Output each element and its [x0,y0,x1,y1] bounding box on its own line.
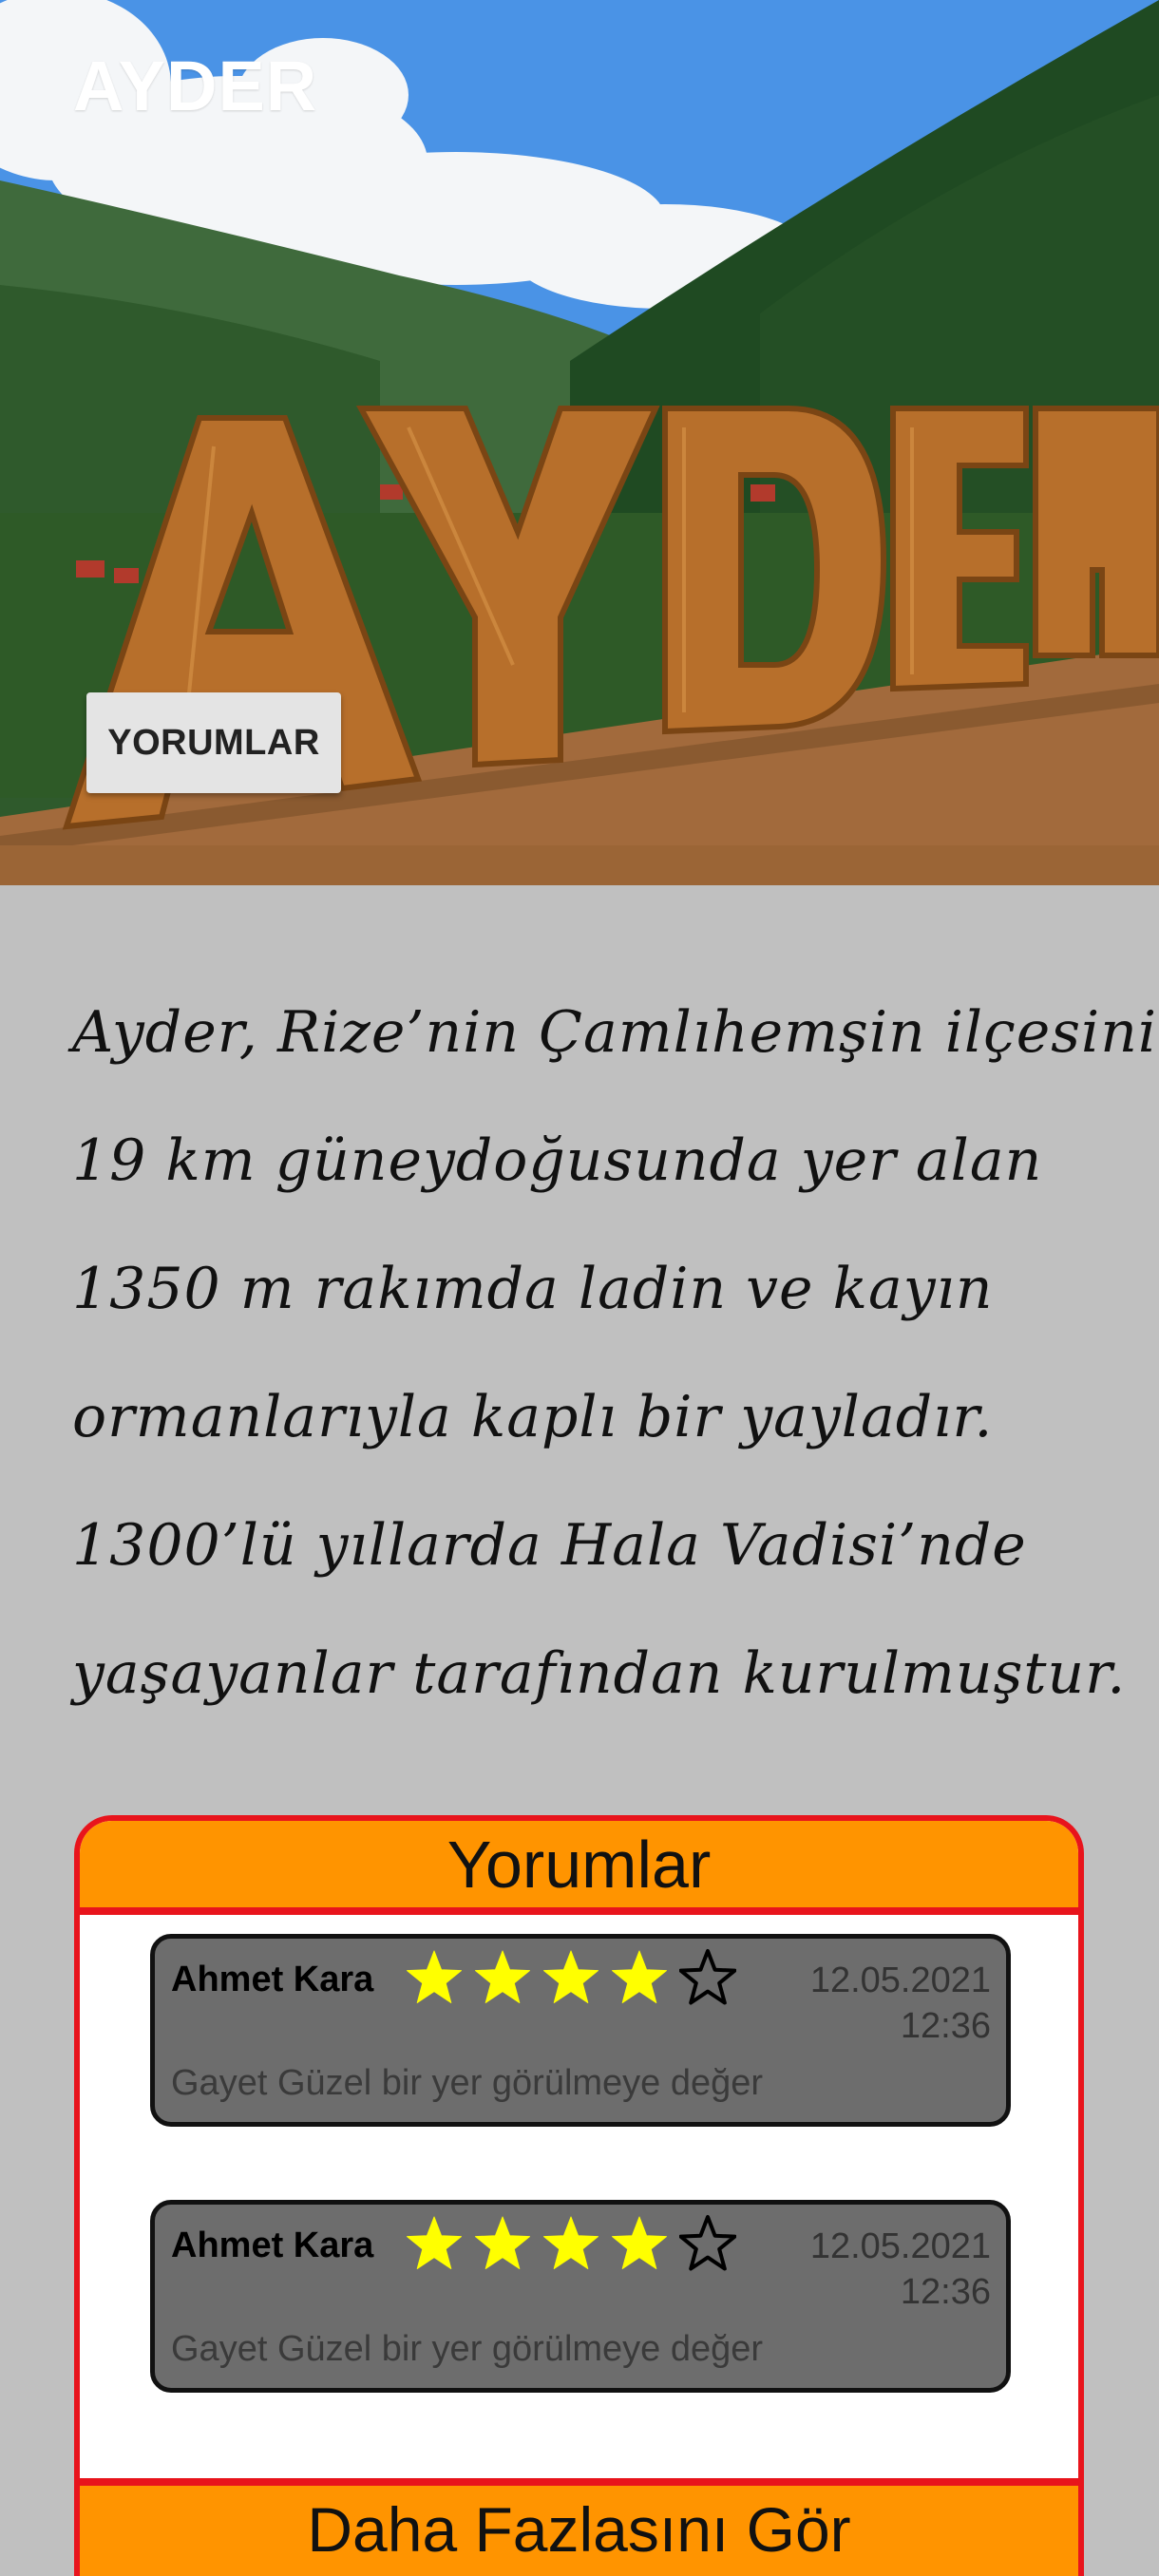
review-card[interactable]: Ahmet Kara 12.05.2021 12:36 Gayet Güzel … [150,1934,1011,2127]
reviews-panel: Yorumlar Ahmet Kara 12.05.2021 12:36 Gay… [74,1815,1084,2576]
description-line: ormanlarıyla kaplı bir yayladır. [72,1384,994,1450]
star-outline-icon [679,1949,736,2005]
description-line: 1300’lü yıllarda Hala Vadisi’nde [72,1512,1027,1579]
review-date-time: 12:36 [900,2272,991,2312]
description-line: Ayder, Rize’nin Çamlıhemşin ilçesinin [72,999,1159,1066]
app-title: AYDER [73,47,318,125]
star-outline-icon [679,2215,736,2271]
rating-stars [406,1946,736,2007]
review-date: 12.05.2021 12:36 [810,1958,991,2049]
see-more-button[interactable]: Daha Fazlasını Gör [80,2478,1078,2576]
review-date: 12.05.2021 12:36 [810,2224,991,2315]
description-line: 19 km güneydoğusunda yer alan [72,1127,1043,1194]
review-date-day: 12.05.2021 [809,1960,991,2000]
star-filled-icon [475,1950,530,2003]
rating-stars [406,2212,736,2273]
description-line: yaşayanlar tarafından kurulmuştur. [72,1640,1127,1707]
star-filled-icon [407,1950,462,2003]
star-filled-icon [475,2216,530,2269]
review-card[interactable]: Ahmet Kara 12.05.2021 12:36 Gayet Güzel … [150,2200,1011,2393]
description-line: 1350 m rakımda ladin ve kayın [72,1256,994,1322]
review-author: Ahmet Kara [171,2226,374,2265]
star-filled-icon [543,1950,598,2003]
star-filled-icon [543,2216,598,2269]
review-author: Ahmet Kara [171,1960,374,1999]
review-comment: Gayet Güzel bir yer görülmeye değer [171,2329,764,2369]
reviews-header: Yorumlar [80,1821,1078,1915]
star-filled-icon [612,1950,667,2003]
comments-button[interactable]: YORUMLAR [86,692,341,793]
review-date-time: 12:36 [900,2006,991,2046]
review-date-day: 12.05.2021 [809,2226,991,2266]
star-filled-icon [612,2216,667,2269]
hero-image: AYDER YORUMLAR [0,0,1159,885]
star-filled-icon [407,2216,462,2269]
review-comment: Gayet Güzel bir yer görülmeye değer [171,2063,764,2103]
description-text: Ayder, Rize’nin Çamlıhemşin ilçesinin 19… [72,969,1159,1738]
